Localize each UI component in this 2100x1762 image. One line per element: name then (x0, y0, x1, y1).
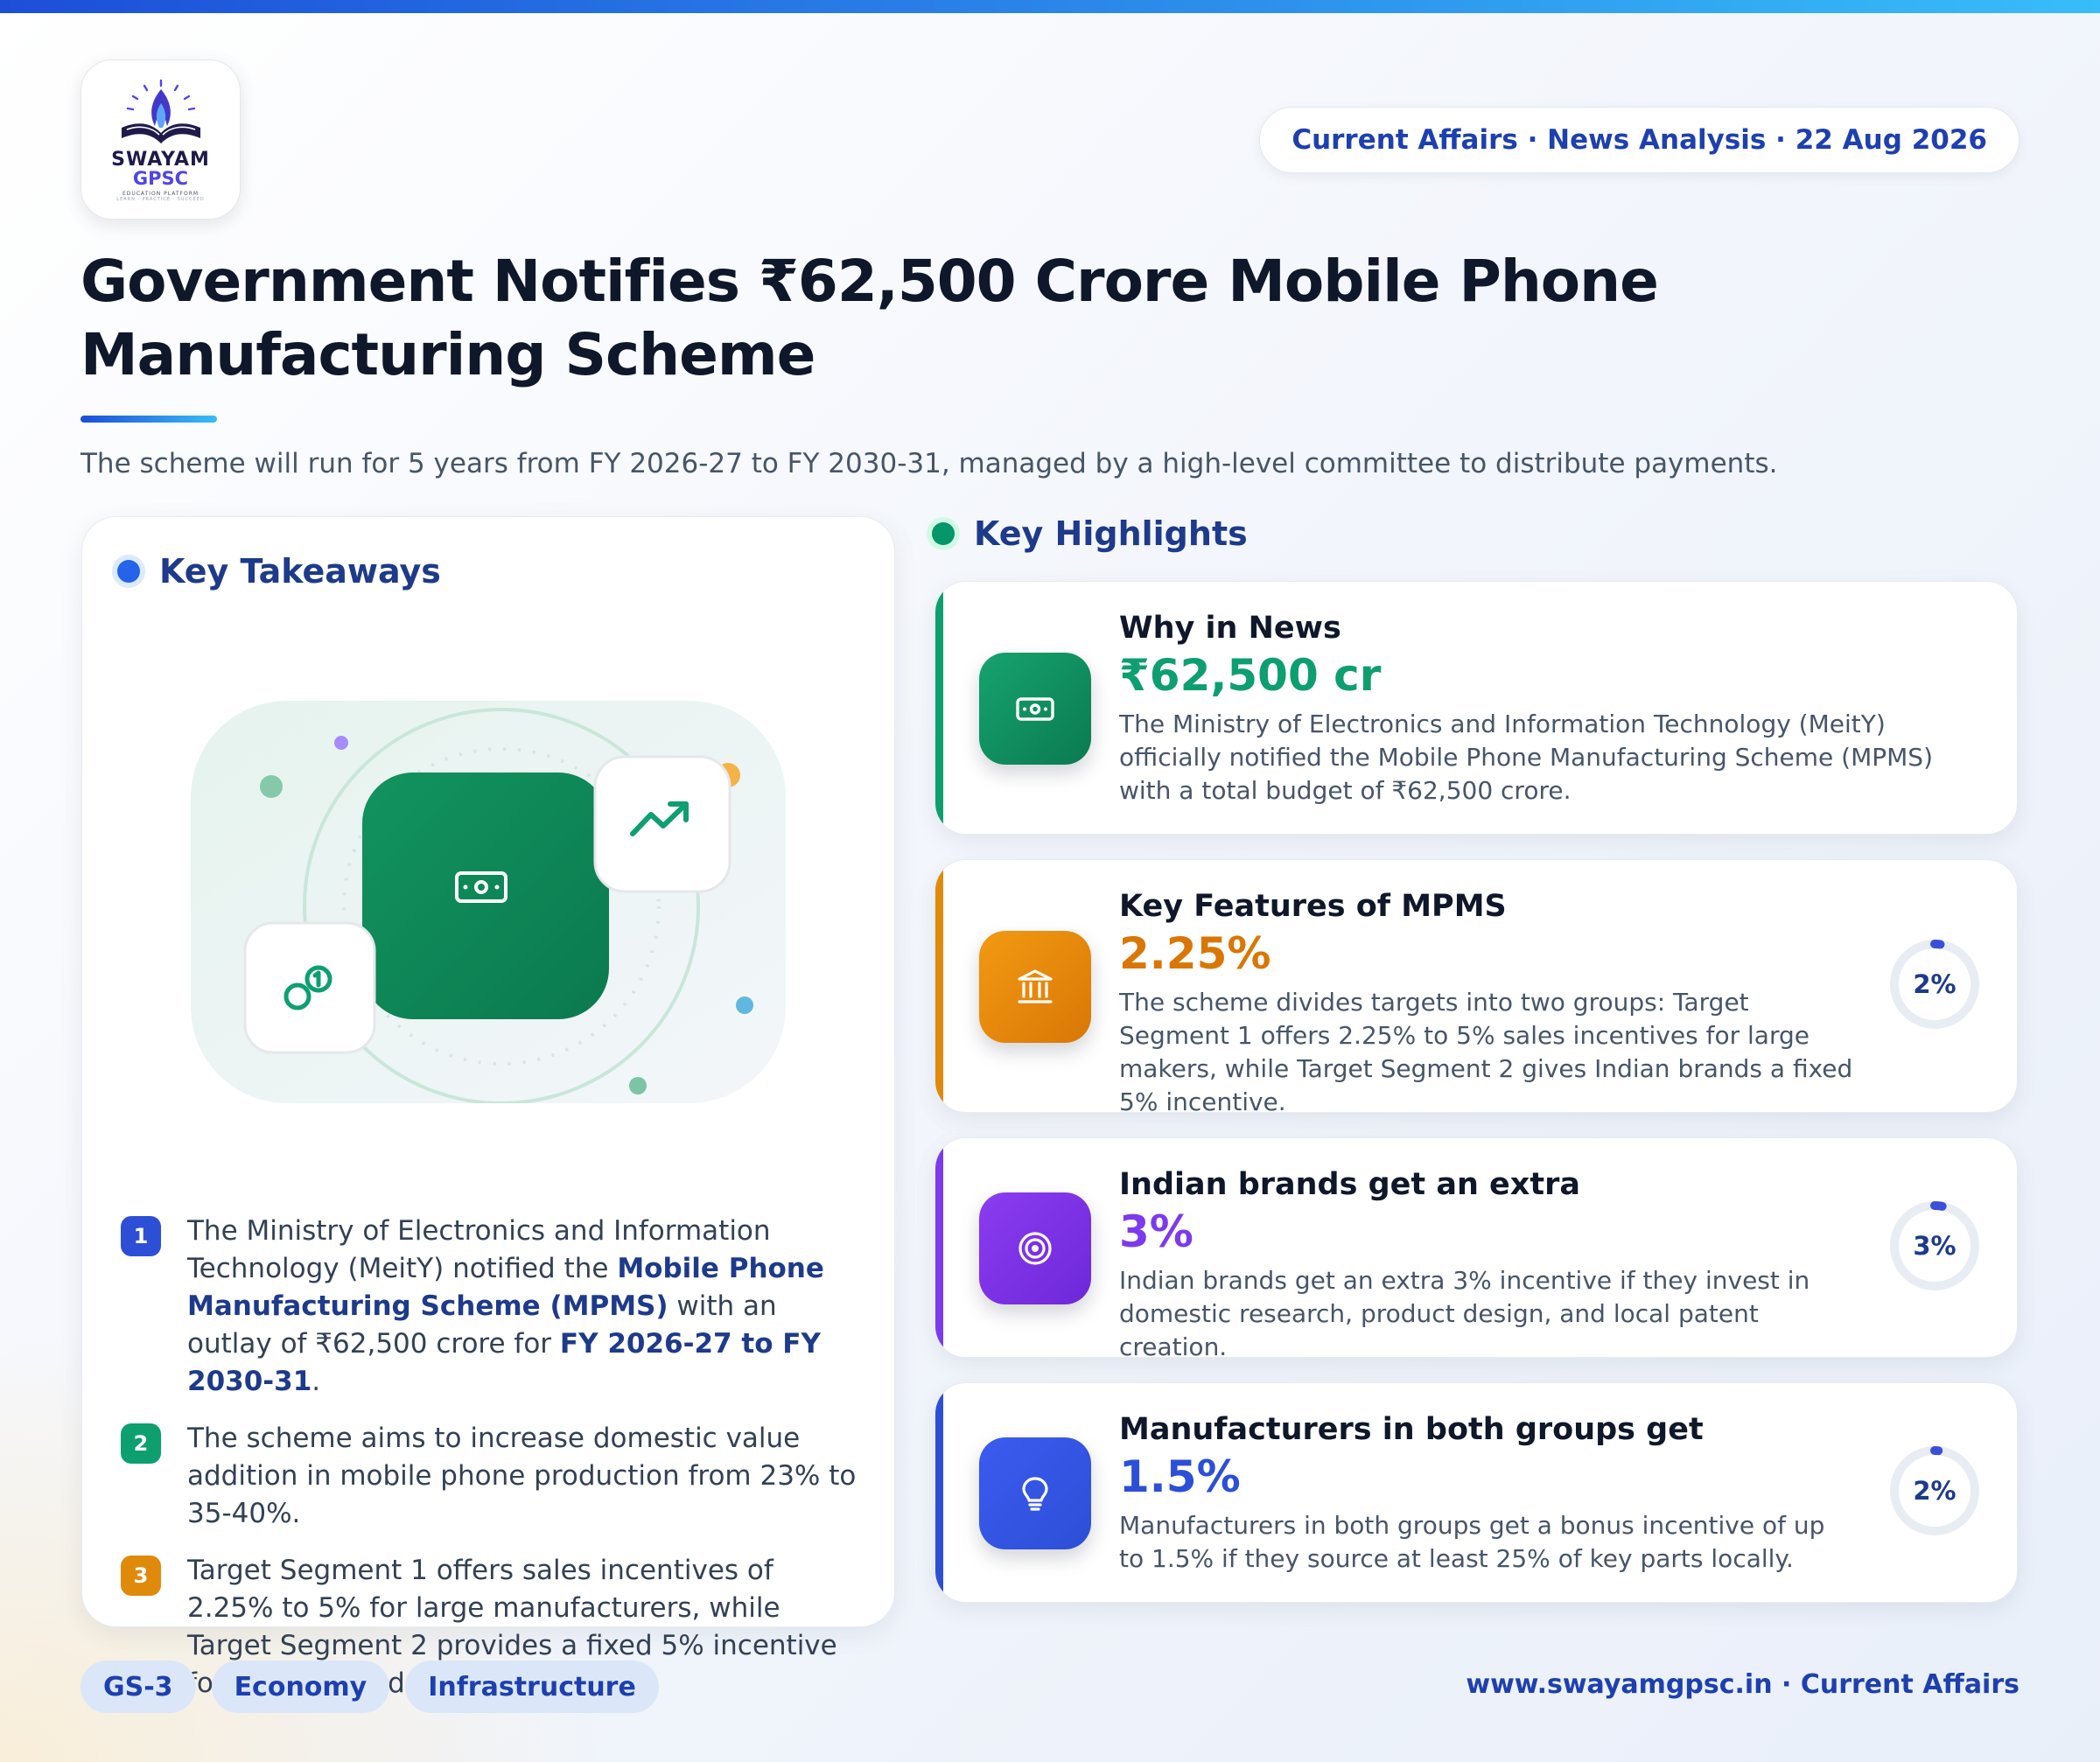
tag-economy[interactable]: Economy (211, 1661, 390, 1713)
card-description: Manufacturers in both groups get a bonus… (1119, 1511, 1825, 1573)
number-badge: 2 (121, 1423, 161, 1464)
brand-logo[interactable]: SWAYAM GPSC EDUCATION PLATFORM LEARN · P… (80, 59, 241, 220)
highlight-card-indian-brands: Indian brands get an extra 3% Indian bra… (934, 1137, 2018, 1358)
section-dot-icon (117, 560, 140, 583)
card-accent (935, 582, 943, 834)
progress-ring: 3% (1887, 1199, 1982, 1293)
takeaway-item: 2 The scheme aims to increase domestic v… (121, 1420, 864, 1533)
lightbulb-icon (979, 1437, 1091, 1549)
tag-infrastructure[interactable]: Infrastructure (405, 1661, 659, 1713)
card-description: Indian brands get an extra 3% incentive … (1119, 1266, 1810, 1358)
topic-tags: GS-3 Economy Infrastructure (80, 1661, 675, 1713)
finance-illustration (191, 701, 786, 1103)
card-description: The scheme divides targets into two grou… (1119, 988, 1853, 1113)
page-title: Government Notifies ₹62,500 Crore Mobile… (80, 248, 1659, 388)
takeaway-item: 1 The Ministry of Electronics and Inform… (121, 1213, 864, 1401)
card-heading: Indian brands get an extra (1119, 1167, 1580, 1202)
card-accent (935, 860, 943, 1112)
title-underline (80, 416, 217, 423)
progress-ring: 2% (1887, 937, 1982, 1031)
number-badge: 3 (121, 1556, 161, 1596)
key-takeaways-title: Key Takeaways (159, 552, 441, 591)
key-highlights-heading: Key Highlights (932, 514, 1248, 553)
progress-ring-label: 2% (1913, 969, 1956, 999)
card-content: Indian brands get an extra 3% Indian bra… (1119, 1164, 1872, 1358)
highlight-card-why-in-news: Why in News ₹62,500 cr The Ministry of E… (934, 581, 2018, 835)
logo-tagline: EDUCATION PLATFORM (122, 191, 200, 197)
tag-gs3[interactable]: GS-3 (80, 1661, 196, 1713)
money-icon (979, 653, 1091, 765)
date-badge: Current Affairs · News Analysis · 22 Aug… (1259, 107, 2020, 173)
card-accent (935, 1383, 943, 1602)
card-heading: Key Features of MPMS (1119, 889, 1507, 924)
progress-ring-label: 3% (1913, 1231, 1956, 1261)
highlight-card-manufacturers: Manufacturers in both groups get 1.5% Ma… (934, 1382, 2018, 1603)
highlight-card-key-features: Key Features of MPMS 2.25% The scheme di… (934, 859, 2018, 1113)
book-flame-icon (121, 79, 200, 143)
takeaway-text: The Ministry of Electronics and Informat… (187, 1215, 824, 1397)
number-badge: 1 (121, 1216, 161, 1256)
card-figure: 2.25% (1119, 928, 1271, 979)
card-heading: Why in News (1119, 611, 1341, 646)
page-subtitle: The scheme will run for 5 years from FY … (80, 448, 1778, 479)
progress-ring: 2% (1887, 1444, 1982, 1538)
card-content: Manufacturers in both groups get 1.5% Ma… (1119, 1409, 1854, 1576)
logo-wordmark-sub: GPSC (132, 168, 189, 189)
card-figure: 1.5% (1119, 1451, 1241, 1502)
card-description: The Ministry of Electronics and Informat… (1119, 710, 1933, 805)
takeaways-list: 1 The Ministry of Electronics and Inform… (121, 1213, 864, 1722)
top-accent-bar (0, 0, 2100, 13)
logo-motto: LEARN · PRACTICE · SUCCEED (116, 197, 205, 202)
card-content: Why in News ₹62,500 cr The Ministry of E… (1119, 608, 1959, 808)
card-heading: Manufacturers in both groups get (1119, 1412, 1704, 1447)
section-dot-icon (932, 522, 955, 545)
card-content: Key Features of MPMS 2.25% The scheme di… (1119, 886, 1854, 1113)
key-takeaways-heading: Key Takeaways (117, 552, 441, 591)
footer-link[interactable]: www.swayamgpsc.in · Current Affairs (1466, 1669, 2020, 1700)
key-takeaways-card: Key Takeaways 1 The Ministry of Electron… (81, 516, 895, 1699)
card-figure: ₹62,500 cr (1119, 650, 1382, 701)
logo-wordmark: SWAYAM (111, 149, 210, 171)
target-icon (979, 1192, 1091, 1304)
card-figure: 3% (1119, 1206, 1194, 1257)
key-highlights-title: Key Highlights (974, 514, 1248, 553)
card-accent (935, 1138, 943, 1357)
progress-ring-label: 2% (1913, 1476, 1956, 1506)
takeaway-text: The scheme aims to increase domestic val… (187, 1423, 857, 1529)
bank-icon (979, 931, 1091, 1043)
